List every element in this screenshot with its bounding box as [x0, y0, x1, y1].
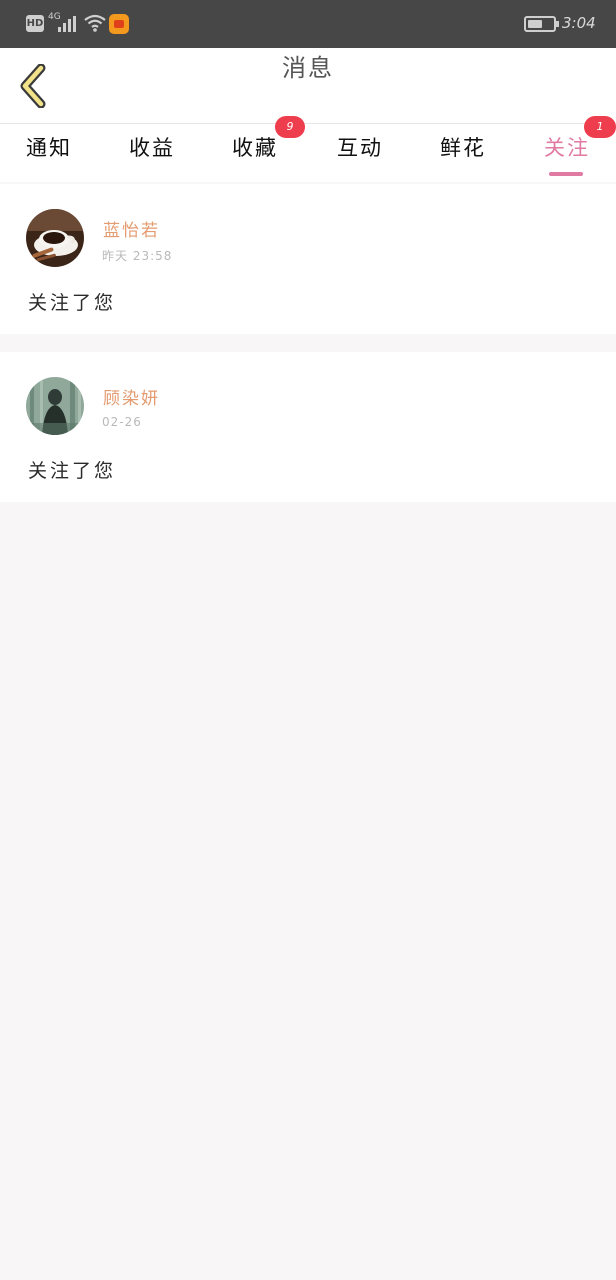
hd-icon: HD [26, 15, 44, 32]
wifi-icon [84, 14, 106, 32]
follows-badge: 1 [584, 116, 616, 138]
tab-earnings[interactable]: 收益 [129, 132, 175, 176]
message-card[interactable]: 蓝怡若 昨天 23:58 关注了您 [0, 184, 616, 334]
tab-interactions[interactable]: 互动 [337, 132, 383, 176]
favorites-badge: 9 [275, 116, 305, 138]
message-time: 02-26 [102, 415, 142, 429]
app-notification-icon [109, 14, 129, 34]
tab-flowers[interactable]: 鲜花 [440, 132, 486, 176]
tab-notifications[interactable]: 通知 [26, 132, 72, 176]
coffee-cup-avatar-image [26, 209, 84, 267]
tab-bar: 通知 收益 收藏 互动 鲜花 关注 [0, 124, 616, 182]
user-name[interactable]: 顾染妍 [103, 384, 160, 409]
avatar[interactable] [26, 209, 84, 267]
tab-follows[interactable]: 关注 [544, 132, 590, 176]
status-time: 3:04 [562, 14, 596, 32]
page-title: 消息 [282, 54, 334, 82]
header: 消息 [0, 48, 616, 124]
message-text: 关注了您 [28, 292, 117, 314]
avatar[interactable] [26, 377, 84, 435]
user-name[interactable]: 蓝怡若 [103, 216, 160, 241]
girl-in-forest-avatar-image [26, 377, 84, 435]
status-bar: HD 4G 3:04 [0, 0, 616, 48]
active-tab-indicator [549, 172, 583, 176]
battery-icon [524, 16, 559, 32]
tab-favorites[interactable]: 收藏 [232, 132, 278, 176]
message-time: 昨天 23:58 [102, 249, 173, 263]
message-card[interactable]: 顾染妍 02-26 关注了您 [0, 352, 616, 502]
message-text: 关注了您 [28, 460, 117, 482]
cellular-signal-icon: 4G [48, 12, 78, 34]
